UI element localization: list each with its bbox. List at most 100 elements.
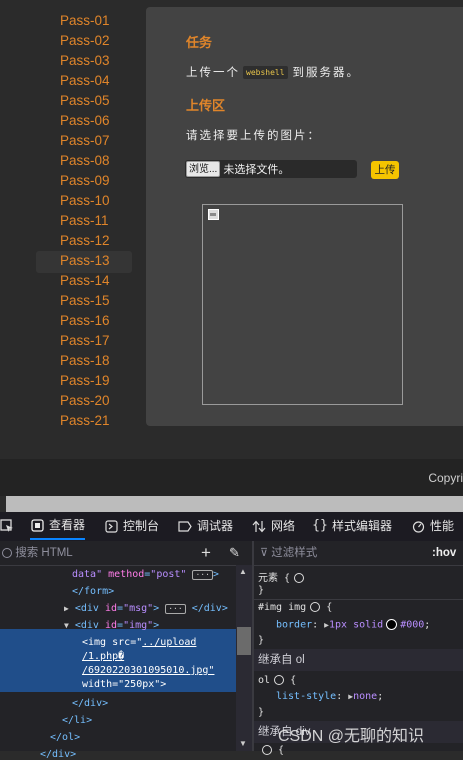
sidebar-item-pass-02[interactable]: Pass-02	[36, 31, 132, 53]
sidebar-item-pass-08[interactable]: Pass-08	[36, 151, 132, 173]
html-line-div-msg[interactable]: ▶ <div id="msg"> ··· </div>	[64, 603, 228, 614]
inspector-icon	[30, 518, 44, 532]
sidebar-item-pass-03[interactable]: Pass-03	[36, 51, 132, 73]
browse-button[interactable]: 浏览...	[186, 161, 221, 177]
task-description: 上传一个 webshell 到服务器。	[186, 64, 360, 80]
ol-rule-selector[interactable]: ol {	[258, 675, 296, 686]
tab-inspector[interactable]: 查看器	[30, 512, 86, 540]
tab-debugger[interactable]: 调试器	[178, 512, 233, 540]
html-line-li-close[interactable]: </li>	[62, 715, 92, 726]
scroll-up-icon[interactable]: ▲	[239, 567, 247, 576]
level-sidebar: Pass-01 Pass-02 Pass-03 Pass-04 Pass-05 Pass-…	[0, 0, 140, 440]
sidebar-item-pass-01[interactable]: Pass-01	[36, 11, 132, 33]
eyedropper-icon[interactable]: ✎	[229, 541, 240, 565]
html-search-input[interactable]: 搜索 HTML + ✎	[0, 541, 252, 566]
sidebar-item-pass-10[interactable]: Pass-10	[36, 191, 132, 213]
tab-performance[interactable]: 性能	[411, 512, 454, 540]
img-rule-border-decl[interactable]: border: ▶1px solid #000;	[276, 619, 430, 631]
horizontal-scrollbar-thumb[interactable]	[6, 496, 463, 512]
html-line-div-img[interactable]: ▼ <div id="img">	[64, 620, 159, 631]
html-search-placeholder: 搜索 HTML	[15, 547, 73, 559]
console-icon	[104, 519, 118, 533]
content-panel: 任务 上传一个 webshell 到服务器。 上传区 请选择要上传的图片： 浏览…	[146, 7, 463, 426]
expanded-arrow-icon[interactable]: ▼	[64, 621, 69, 630]
html-line-form[interactable]: data" method="post" ··· >	[72, 569, 219, 580]
filter-placeholder: 过滤样式	[271, 547, 318, 559]
collapsed-arrow-icon[interactable]: ▶	[64, 604, 69, 613]
img-rule-selector[interactable]: #img img {	[258, 602, 332, 613]
html-line-img-src-3[interactable]: /6920220301095010.jpg"	[82, 665, 214, 676]
sidebar-item-pass-19[interactable]: Pass-19	[36, 371, 132, 393]
sidebar-item-pass-12[interactable]: Pass-12	[36, 231, 132, 253]
tab-inspector-label: 查看器	[49, 518, 86, 532]
ellipsis-badge[interactable]: ···	[192, 570, 213, 580]
sidebar-item-pass-21[interactable]: Pass-21	[36, 411, 132, 433]
sidebar-item-pass-16[interactable]: Pass-16	[36, 311, 132, 333]
add-node-icon[interactable]: +	[201, 541, 211, 565]
html-line-img-width[interactable]: width="250px">	[82, 679, 166, 690]
html-line-ol-close[interactable]: </ol>	[50, 732, 80, 743]
sidebar-item-pass-14[interactable]: Pass-14	[36, 271, 132, 293]
element-picker-icon[interactable]	[0, 512, 14, 540]
hov-toggle[interactable]: :hov	[432, 541, 456, 565]
html-line-form-close[interactable]: </form>	[72, 586, 114, 597]
html-line-img-src-2[interactable]: /1.php�	[82, 651, 124, 662]
tab-network[interactable]: 网络	[252, 512, 295, 540]
image-preview	[202, 204, 403, 405]
color-swatch[interactable]	[386, 619, 398, 630]
style-filter-input[interactable]: ⊽ 过滤样式 :hov	[254, 541, 463, 566]
sidebar-item-pass-04[interactable]: Pass-04	[36, 71, 132, 93]
code-token: method	[108, 569, 145, 580]
performance-icon	[411, 519, 425, 533]
element-rule-label: 元素	[258, 573, 278, 584]
gear-icon[interactable]	[274, 675, 285, 685]
sidebar-item-pass-07[interactable]: Pass-07	[36, 131, 132, 153]
html-line-img-src[interactable]: <img src="../upload	[82, 637, 196, 648]
element-rule-selector[interactable]: 元素 {	[258, 569, 305, 584]
html-pane-scrollbar-thumb[interactable]	[237, 627, 251, 655]
ellipsis-badge[interactable]: ···	[165, 604, 186, 614]
sidebar-item-pass-06[interactable]: Pass-06	[36, 111, 132, 133]
code-token: id	[104, 603, 118, 614]
csdn-watermark: CSDN @无聊的知识	[278, 728, 425, 745]
ol-rule-decl[interactable]: list-style: ▶none;	[276, 691, 383, 702]
gear-icon[interactable]	[310, 602, 321, 612]
sidebar-item-pass-18[interactable]: Pass-18	[36, 351, 132, 373]
code-token: <div	[74, 603, 99, 614]
scroll-down-icon[interactable]: ▼	[239, 739, 247, 748]
css-value: #000	[400, 619, 425, 631]
sidebar-item-pass-20[interactable]: Pass-20	[36, 391, 132, 413]
gear-icon[interactable]	[262, 745, 272, 755]
gear-icon[interactable]	[294, 573, 305, 583]
code-link[interactable]: /6920220301095010.jpg"	[82, 665, 214, 676]
tab-debugger-label: 调试器	[197, 519, 234, 533]
html-line-div-close[interactable]: </div>	[72, 698, 108, 709]
sidebar-item-pass-05[interactable]: Pass-05	[36, 91, 132, 113]
code-link[interactable]: ../upload	[142, 637, 196, 648]
upload-button[interactable]: 上传	[371, 161, 399, 179]
html-pane-scrollbar[interactable]: ▲ ▼	[236, 565, 252, 751]
sidebar-item-pass-13[interactable]: Pass-13	[36, 251, 132, 273]
sidebar-item-pass-15[interactable]: Pass-15	[36, 291, 132, 313]
search-icon	[2, 547, 12, 558]
file-input[interactable]: 浏览... 未选择文件。	[185, 160, 357, 178]
upload-heading: 上传区	[186, 98, 226, 113]
tab-style-editor[interactable]: {} 样式编辑器	[312, 512, 393, 540]
tab-network-label: 网络	[271, 519, 296, 533]
tab-style-editor-label: 样式编辑器	[332, 519, 393, 533]
code-token: id	[104, 620, 118, 631]
inherited-from-ol-heading: 继承自 ol	[254, 649, 463, 671]
sidebar-item-pass-11[interactable]: Pass-11	[36, 211, 132, 233]
horizontal-scrollbar[interactable]	[0, 496, 463, 512]
task-text-after: 到服务器。	[292, 67, 361, 79]
devtools-panel: 查看器 控制台 调试器 网络 {} 样式编辑器 性能 搜索 HTML + ✎ d…	[0, 512, 463, 760]
css-property: list-style	[276, 691, 337, 702]
css-property: border	[276, 619, 313, 631]
sidebar-item-pass-09[interactable]: Pass-09	[36, 171, 132, 193]
code-token: "msg"	[123, 603, 154, 614]
sidebar-item-pass-17[interactable]: Pass-17	[36, 331, 132, 353]
tab-console[interactable]: 控制台	[104, 512, 159, 540]
code-token: ol	[258, 675, 271, 686]
ol-rule-close: }	[258, 707, 265, 718]
code-token: src	[112, 637, 131, 648]
